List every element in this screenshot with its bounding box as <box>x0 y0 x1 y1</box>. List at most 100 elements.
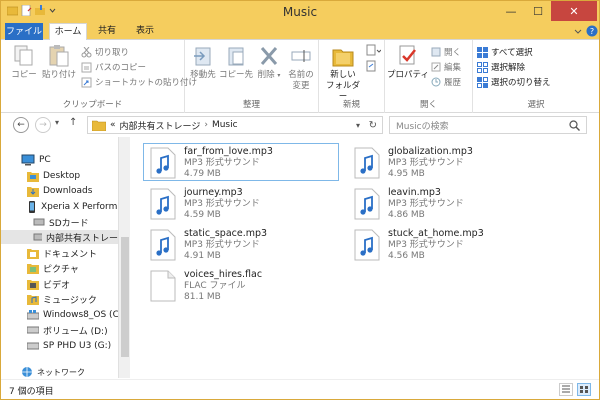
address-overflow[interactable]: « <box>110 120 116 130</box>
cut-button[interactable]: 切り取り <box>81 46 129 58</box>
file-item[interactable]: journey.mp3 MP3 形式サウンド 4.59 MB <box>143 184 339 222</box>
nav-item-usb-g[interactable]: SP PHD U3 (G:) <box>27 339 111 353</box>
new-folder-button[interactable]: 新しい フォルダー <box>323 44 363 103</box>
nav-item-videos[interactable]: ビデオ <box>27 277 70 291</box>
paste-label: 貼り付け <box>41 70 76 80</box>
mp3-file-icon <box>150 229 176 261</box>
nav-item-label: ピクチャ <box>43 264 79 275</box>
nav-item-label: ドキュメント <box>43 249 98 260</box>
pictures-folder-icon <box>27 264 39 274</box>
history-button[interactable]: 履歴 <box>431 76 461 88</box>
tab-view[interactable]: 表示 <box>127 23 163 40</box>
refresh-icon[interactable]: ↻ <box>369 120 377 131</box>
details-view-button[interactable] <box>559 383 573 396</box>
close-button[interactable]: ✕ <box>551 1 597 21</box>
breadcrumb-music[interactable]: Music <box>212 120 238 130</box>
nav-item-music[interactable]: ミュージック <box>27 292 97 306</box>
file-item[interactable]: voices_hires.flac FLAC ファイル 81.1 MB <box>143 266 339 304</box>
up-button[interactable]: ↑ <box>69 117 77 128</box>
navigation-scrollbar[interactable] <box>118 137 130 378</box>
nav-item-label: ビデオ <box>43 280 71 291</box>
edit-button[interactable]: 編集 <box>431 61 461 73</box>
help-icon[interactable]: ? <box>586 25 598 40</box>
search-box[interactable]: Musicの検索 <box>389 116 587 134</box>
clipboard-group-label: クリップボード <box>62 100 123 110</box>
address-bar[interactable]: « 内部共有ストレージ › Music ▾ ↻ <box>87 116 383 134</box>
properties-button[interactable]: プロパティ <box>387 44 429 81</box>
invert-selection-button[interactable]: 選択の切り替え <box>477 76 551 88</box>
organize-group: 移動先 コピー先 削除 ▾ 名前の 変更 整理 <box>185 40 319 113</box>
scrollbar-thumb[interactable] <box>121 237 129 357</box>
nav-item-label: Downloads <box>43 186 93 196</box>
chevron-down-icon[interactable]: ▾ <box>356 121 360 130</box>
file-item[interactable]: stuck_at_home.mp3 MP3 形式サウンド 4.56 MB <box>347 225 543 263</box>
tab-home[interactable]: ホーム <box>49 23 87 41</box>
copy-to-icon <box>228 47 244 66</box>
nav-item-pictures[interactable]: ピクチャ <box>27 261 79 275</box>
tab-share[interactable]: 共有 <box>91 23 123 40</box>
nav-item-documents[interactable]: ドキュメント <box>27 246 97 260</box>
delete-label: 削除 <box>257 70 275 80</box>
new-group-label: 新規 <box>342 100 360 110</box>
rename-button[interactable]: 名前の 変更 <box>285 44 317 92</box>
forward-button[interactable]: → <box>35 117 51 133</box>
pc-icon <box>21 154 35 166</box>
chevron-down-icon[interactable] <box>573 26 583 39</box>
copy-path-button[interactable]: パスのコピー <box>81 61 146 73</box>
new-item-button[interactable] <box>365 44 382 58</box>
move-to-icon <box>194 47 211 66</box>
nav-item-label: SP PHD U3 (G:) <box>43 341 112 351</box>
nav-item-downloads[interactable]: Downloads <box>27 184 92 198</box>
file-item[interactable]: static_space.mp3 MP3 形式サウンド 4.91 MB <box>143 225 339 263</box>
open-group-label: 開く <box>419 100 437 110</box>
paste-button[interactable]: 貼り付け <box>41 44 77 81</box>
mp3-file-icon <box>150 147 176 179</box>
select-none-button[interactable]: 選択解除 <box>477 61 525 73</box>
select-all-button[interactable]: すべて選択 <box>477 46 533 58</box>
file-type: MP3 形式サウンド <box>388 240 464 250</box>
nav-item-sdcard[interactable]: SDカード <box>33 215 89 229</box>
move-to-button[interactable]: 移動先 <box>187 44 219 81</box>
properties-icon <box>399 45 416 65</box>
rename-icon <box>291 50 311 62</box>
recent-locations-button[interactable]: ▾ <box>55 118 59 127</box>
file-name: globalization.mp3 <box>388 146 473 157</box>
paste-shortcut-button[interactable]: ショートカットの貼り付け <box>81 76 197 88</box>
arrow-up-icon: ↑ <box>69 117 78 128</box>
file-item[interactable]: globalization.mp3 MP3 形式サウンド 4.95 MB <box>347 143 543 181</box>
search-input[interactable]: Musicの検索 <box>396 119 569 132</box>
nav-item-xperia[interactable]: Xperia X Perform <box>27 200 117 214</box>
tiles-view-button[interactable] <box>577 383 591 396</box>
copy-to-button[interactable]: コピー先 <box>219 44 253 81</box>
nav-item-desktop[interactable]: Desktop <box>27 169 80 183</box>
nav-item-volume-d[interactable]: ボリューム (D:) <box>27 323 108 337</box>
minimize-button[interactable]: — <box>497 1 525 21</box>
documents-folder-icon <box>27 249 39 259</box>
select-none-icon <box>477 61 488 73</box>
nav-item-network[interactable]: ネットワーク <box>21 365 85 378</box>
nav-item-pc[interactable]: PC <box>21 153 51 167</box>
desktop-folder-icon <box>27 172 39 182</box>
copy-path-label: パスのコピー <box>95 63 147 73</box>
breadcrumb-storage[interactable]: 内部共有ストレージ <box>120 119 201 132</box>
file-item[interactable]: leavin.mp3 MP3 形式サウンド 4.86 MB <box>347 184 543 222</box>
delete-button[interactable]: 削除 ▾ <box>255 44 283 81</box>
open-button[interactable]: 開く <box>431 46 461 58</box>
nav-item-label: PC <box>39 155 51 165</box>
back-button[interactable]: ← <box>13 117 29 133</box>
copy-button[interactable]: コピー <box>9 44 39 81</box>
details-view-icon <box>562 385 570 393</box>
flac-file-icon <box>150 270 176 302</box>
easy-access-button[interactable] <box>365 60 381 74</box>
maximize-button[interactable]: ☐ <box>525 1 551 21</box>
address-bar-row: ← → ▾ ↑ « 内部共有ストレージ › Music ▾ ↻ Musicの検索 <box>1 113 599 137</box>
file-item[interactable]: far_from_love.mp3 MP3 形式サウンド 4.79 MB <box>143 143 339 181</box>
nav-item-internal-storage[interactable]: 内部共有ストレー <box>1 230 118 244</box>
nav-item-windows-drive[interactable]: Windows8_OS (C <box>27 308 118 322</box>
mp3-file-icon <box>354 229 380 261</box>
file-size: 4.86 MB <box>388 210 425 220</box>
open-label: 開く <box>444 48 462 58</box>
music-folder-icon <box>27 295 39 305</box>
history-label: 履歴 <box>444 78 462 88</box>
item-count: 7 個の項目 <box>9 387 54 397</box>
